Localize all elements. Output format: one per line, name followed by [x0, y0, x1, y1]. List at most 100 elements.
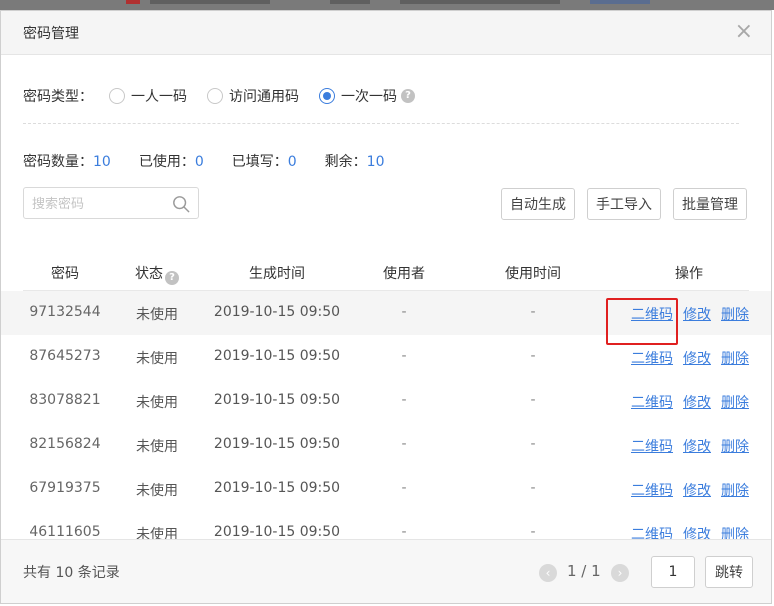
dialog-footer: 共有 10 条记录 ‹ 1 / 1 › 跳转 [1, 539, 771, 603]
radio-label: 访问通用码 [229, 89, 299, 105]
background-text [150, 0, 270, 4]
edit-link[interactable]: 修改 [683, 348, 711, 368]
cell-use-time: - [530, 480, 536, 496]
delete-link[interactable]: 删除 [721, 392, 749, 412]
edit-link[interactable]: 修改 [683, 392, 711, 412]
cell-created: 2019-10-15 09:50 [213, 392, 341, 408]
header-code: 密码 [51, 266, 79, 282]
radio-circle-checked[interactable] [319, 88, 335, 104]
cell-user: - [401, 524, 407, 540]
cell-user: - [401, 348, 407, 364]
table-row: 97132544 未使用 2019-10-15 09:50 - - 二维码 修改… [1, 291, 771, 335]
row-actions: 二维码 修改 删除 [621, 436, 749, 456]
cell-created: 2019-10-15 09:50 [213, 304, 341, 320]
cell-user: - [401, 480, 407, 496]
radio-circle[interactable] [109, 88, 125, 104]
row-actions: 二维码 修改 删除 [621, 304, 749, 324]
help-icon[interactable]: ? [401, 89, 415, 103]
stat-count-value: 10 [93, 154, 111, 170]
stat-filled: 已填写：0 [232, 151, 297, 171]
table-row: 87645273 未使用 2019-10-15 09:50 - - 二维码 修改… [1, 335, 771, 379]
cell-user: - [401, 392, 407, 408]
cell-use-time: - [530, 392, 536, 408]
background-link [590, 0, 650, 4]
password-type-label: 密码类型： [23, 89, 93, 105]
cell-user: - [401, 304, 407, 320]
divider [23, 123, 739, 124]
edit-link[interactable]: 修改 [683, 304, 711, 324]
stat-used-label: 已使用： [138, 154, 195, 170]
next-page-icon[interactable]: › [611, 564, 629, 582]
stat-remaining-label: 剩余： [324, 154, 367, 170]
delete-link[interactable]: 删除 [721, 436, 749, 456]
radio-circle[interactable] [207, 88, 223, 104]
prev-page-icon[interactable]: ‹ [539, 564, 557, 582]
delete-link[interactable]: 删除 [721, 480, 749, 500]
cell-use-time: - [530, 524, 536, 540]
password-management-dialog: 密码管理 × 密码类型： 一人一码 访问通用码 一次一码 ? 密码数量：10 已… [0, 10, 772, 604]
cell-status: 未使用 [136, 439, 178, 455]
table-row: 82156824 未使用 2019-10-15 09:50 - - 二维码 修改… [1, 423, 771, 467]
stat-count-label: 密码数量： [23, 154, 93, 170]
dialog-title: 密码管理 [23, 26, 79, 42]
row-actions: 二维码 修改 删除 [621, 480, 749, 500]
radio-label: 一次一码 [341, 89, 397, 105]
help-icon[interactable]: ? [165, 271, 179, 285]
search-icon[interactable] [172, 195, 190, 213]
background-text [400, 0, 560, 4]
stat-remaining-value: 10 [366, 154, 385, 170]
password-type-selector: 密码类型： 一人一码 访问通用码 一次一码 ? [23, 85, 435, 107]
row-actions: 二维码 修改 删除 [621, 348, 749, 368]
cell-created: 2019-10-15 09:50 [213, 524, 341, 540]
search-box [23, 187, 199, 219]
qrcode-link[interactable]: 二维码 [631, 480, 673, 500]
stat-count: 密码数量：10 [23, 151, 111, 171]
total-records: 共有 10 条记录 [23, 565, 120, 581]
cell-code: 67919375 [29, 480, 101, 496]
radio-one-time-code[interactable]: 一次一码 ? [319, 86, 415, 106]
stat-used: 已使用：0 [139, 151, 204, 171]
delete-link[interactable]: 删除 [721, 348, 749, 368]
table-row: 46111605 未使用 2019-10-15 09:50 - - 二维码 修改… [1, 511, 771, 541]
cell-status: 未使用 [136, 483, 178, 499]
table-header: 密码 状态? 生成时间 使用者 使用时间 操作 [23, 259, 749, 291]
manual-import-button[interactable]: 手工导入 [587, 188, 661, 220]
search-input[interactable] [32, 194, 168, 214]
header-status: 状态? [123, 263, 191, 285]
background-icon [126, 0, 140, 4]
page-number-input[interactable] [651, 556, 695, 588]
cell-status: 未使用 [136, 395, 178, 411]
header-status-label: 状态 [135, 266, 163, 282]
stat-filled-label: 已填写： [231, 154, 288, 170]
cell-created: 2019-10-15 09:50 [213, 480, 341, 496]
page-info: 1 / 1 [567, 562, 601, 580]
qrcode-link[interactable]: 二维码 [631, 304, 673, 324]
cell-use-time: - [530, 436, 536, 452]
table-body: 97132544 未使用 2019-10-15 09:50 - - 二维码 修改… [1, 291, 771, 541]
table-row: 83078821 未使用 2019-10-15 09:50 - - 二维码 修改… [1, 379, 771, 423]
delete-link[interactable]: 删除 [721, 304, 749, 324]
jump-button[interactable]: 跳转 [705, 556, 753, 588]
auto-generate-button[interactable]: 自动生成 [501, 188, 575, 220]
qrcode-link[interactable]: 二维码 [631, 436, 673, 456]
dialog-header: 密码管理 × [1, 11, 771, 55]
cell-status: 未使用 [136, 307, 178, 323]
cell-code: 83078821 [29, 392, 101, 408]
qrcode-link[interactable]: 二维码 [631, 392, 673, 412]
cell-use-time: - [530, 348, 536, 364]
cell-code: 97132544 [29, 304, 101, 320]
radio-one-per-person[interactable]: 一人一码 [109, 86, 187, 106]
qrcode-link[interactable]: 二维码 [631, 348, 673, 368]
stat-used-value: 0 [194, 154, 204, 170]
table-row: 67919375 未使用 2019-10-15 09:50 - - 二维码 修改… [1, 467, 771, 511]
header-user: 使用者 [383, 266, 425, 282]
batch-manage-button[interactable]: 批量管理 [673, 188, 747, 220]
radio-label: 一人一码 [131, 89, 187, 105]
edit-link[interactable]: 修改 [683, 480, 711, 500]
edit-link[interactable]: 修改 [683, 436, 711, 456]
radio-common-access-code[interactable]: 访问通用码 [207, 86, 299, 106]
cell-code: 46111605 [29, 524, 101, 540]
cell-code: 82156824 [29, 436, 101, 452]
stats-row: 密码数量：10 已使用：0 已填写：0 剩余：10 [23, 151, 413, 171]
close-icon[interactable]: × [735, 19, 753, 45]
